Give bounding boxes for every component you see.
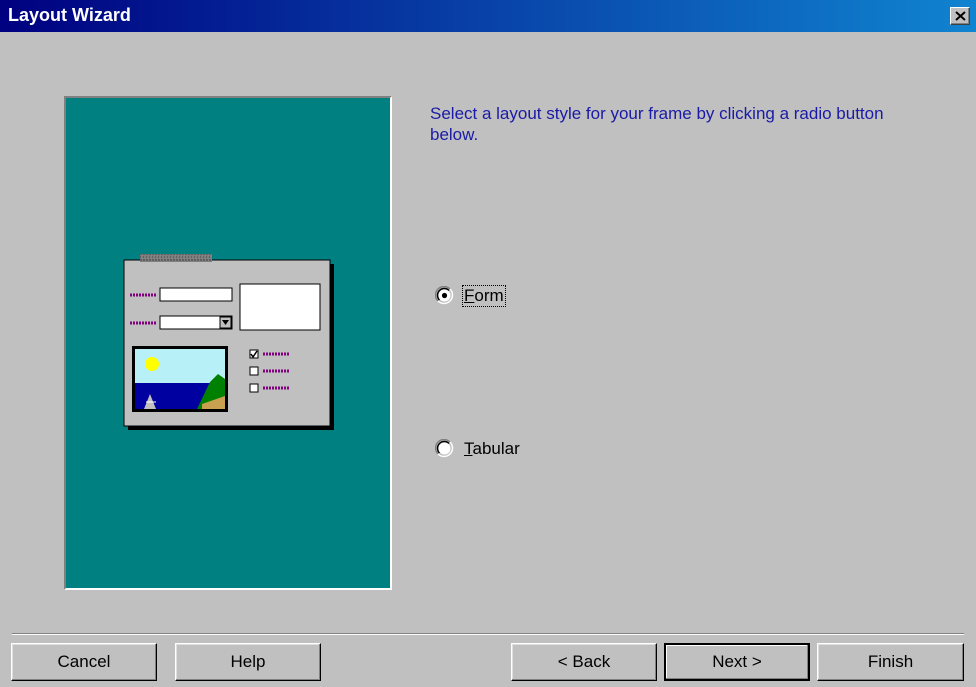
button-separator <box>12 633 964 635</box>
next-button[interactable]: Next > <box>664 643 810 681</box>
close-icon <box>955 11 966 21</box>
radio-option-form[interactable]: Form <box>434 285 506 307</box>
radio-unselected-icon[interactable] <box>434 438 455 459</box>
radio-label-form-rest: orm <box>474 286 504 305</box>
title-bar: Layout Wizard <box>0 0 976 32</box>
finish-button[interactable]: Finish <box>817 643 964 681</box>
accelerator-t: T <box>464 439 473 458</box>
radio-option-tabular[interactable]: Tabular <box>434 438 521 459</box>
radio-label-form[interactable]: Form <box>462 285 506 307</box>
radio-selected-icon[interactable] <box>434 285 455 306</box>
radio-label-tabular-rest: abular <box>472 439 520 458</box>
radio-label-tabular[interactable]: Tabular <box>463 439 521 459</box>
layout-preview-panel <box>64 96 392 590</box>
back-button[interactable]: < Back <box>511 643 657 681</box>
cancel-button[interactable]: Cancel <box>11 643 157 681</box>
form-layout-illustration <box>123 254 334 430</box>
close-button[interactable] <box>950 7 970 25</box>
accelerator-f: F <box>464 286 475 305</box>
instructions-text: Select a layout style for your frame by … <box>430 104 884 144</box>
help-button[interactable]: Help <box>175 643 321 681</box>
window-title: Layout Wizard <box>8 5 131 25</box>
